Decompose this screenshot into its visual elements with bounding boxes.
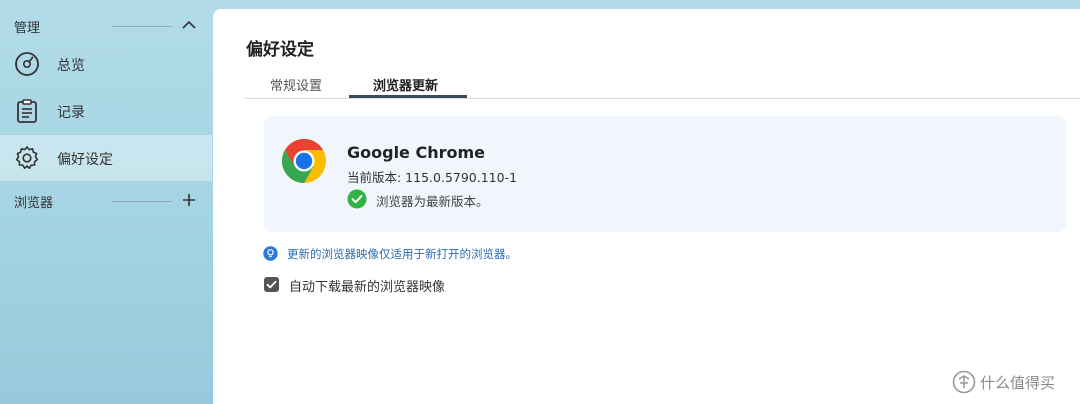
chevron-up-icon[interactable] bbox=[179, 15, 199, 35]
dashboard-gauge-icon bbox=[14, 51, 40, 77]
clipboard-log-icon bbox=[14, 98, 40, 124]
sidebar: 管理 总览 记录 偏好设定 浏览器 bbox=[0, 0, 212, 404]
watermark-text: 什么值得买 bbox=[980, 374, 1056, 392]
check-circle-icon bbox=[347, 189, 367, 209]
active-tab-indicator bbox=[349, 95, 467, 98]
section-manage-title: 管理 bbox=[14, 21, 41, 36]
update-status-text: 浏览器为最新版本。 bbox=[376, 194, 489, 209]
sidebar-item-overview[interactable]: 总览 bbox=[0, 41, 212, 87]
sidebar-item-label: 记录 bbox=[57, 105, 85, 121]
update-hint: 更新的浏览器映像仅适用于新打开的浏览器。 bbox=[287, 247, 517, 261]
browser-info-card: Google Chrome 当前版本: 115.0.5790.110-1 浏览器… bbox=[264, 116, 1066, 232]
auto-download-checkbox[interactable] bbox=[264, 277, 279, 292]
tab-browser-update[interactable]: 浏览器更新 bbox=[373, 75, 438, 94]
sidebar-item-preferences[interactable]: 偏好设定 bbox=[0, 135, 212, 181]
section-browser: 浏览器 bbox=[0, 189, 212, 213]
sidebar-item-label: 总览 bbox=[57, 58, 85, 74]
section-manage: 管理 bbox=[0, 14, 212, 38]
sidebar-item-log[interactable]: 记录 bbox=[0, 88, 212, 134]
main-panel: 偏好设定 常规设置 浏览器更新 Google Chrome 当前版本: 115.… bbox=[213, 9, 1080, 404]
sidebar-item-label: 偏好设定 bbox=[57, 152, 113, 168]
chrome-logo-icon bbox=[281, 138, 327, 184]
page-title: 偏好设定 bbox=[246, 40, 314, 60]
tab-general-settings[interactable]: 常规设置 bbox=[270, 75, 322, 94]
add-icon[interactable] bbox=[179, 190, 199, 210]
section-browser-title: 浏览器 bbox=[14, 196, 54, 211]
lightbulb-icon bbox=[263, 246, 278, 261]
watermark: 什么值得买 bbox=[952, 368, 1080, 398]
browser-name: Google Chrome bbox=[347, 143, 486, 162]
tab-bar: 常规设置 浏览器更新 bbox=[245, 71, 1080, 99]
watermark-logo-icon bbox=[952, 370, 976, 394]
auto-download-label[interactable]: 自动下载最新的浏览器映像 bbox=[289, 276, 445, 295]
section-divider bbox=[112, 26, 172, 27]
gear-icon bbox=[14, 145, 40, 171]
browser-version: 当前版本: 115.0.5790.110-1 bbox=[347, 170, 518, 185]
section-divider bbox=[112, 201, 172, 202]
